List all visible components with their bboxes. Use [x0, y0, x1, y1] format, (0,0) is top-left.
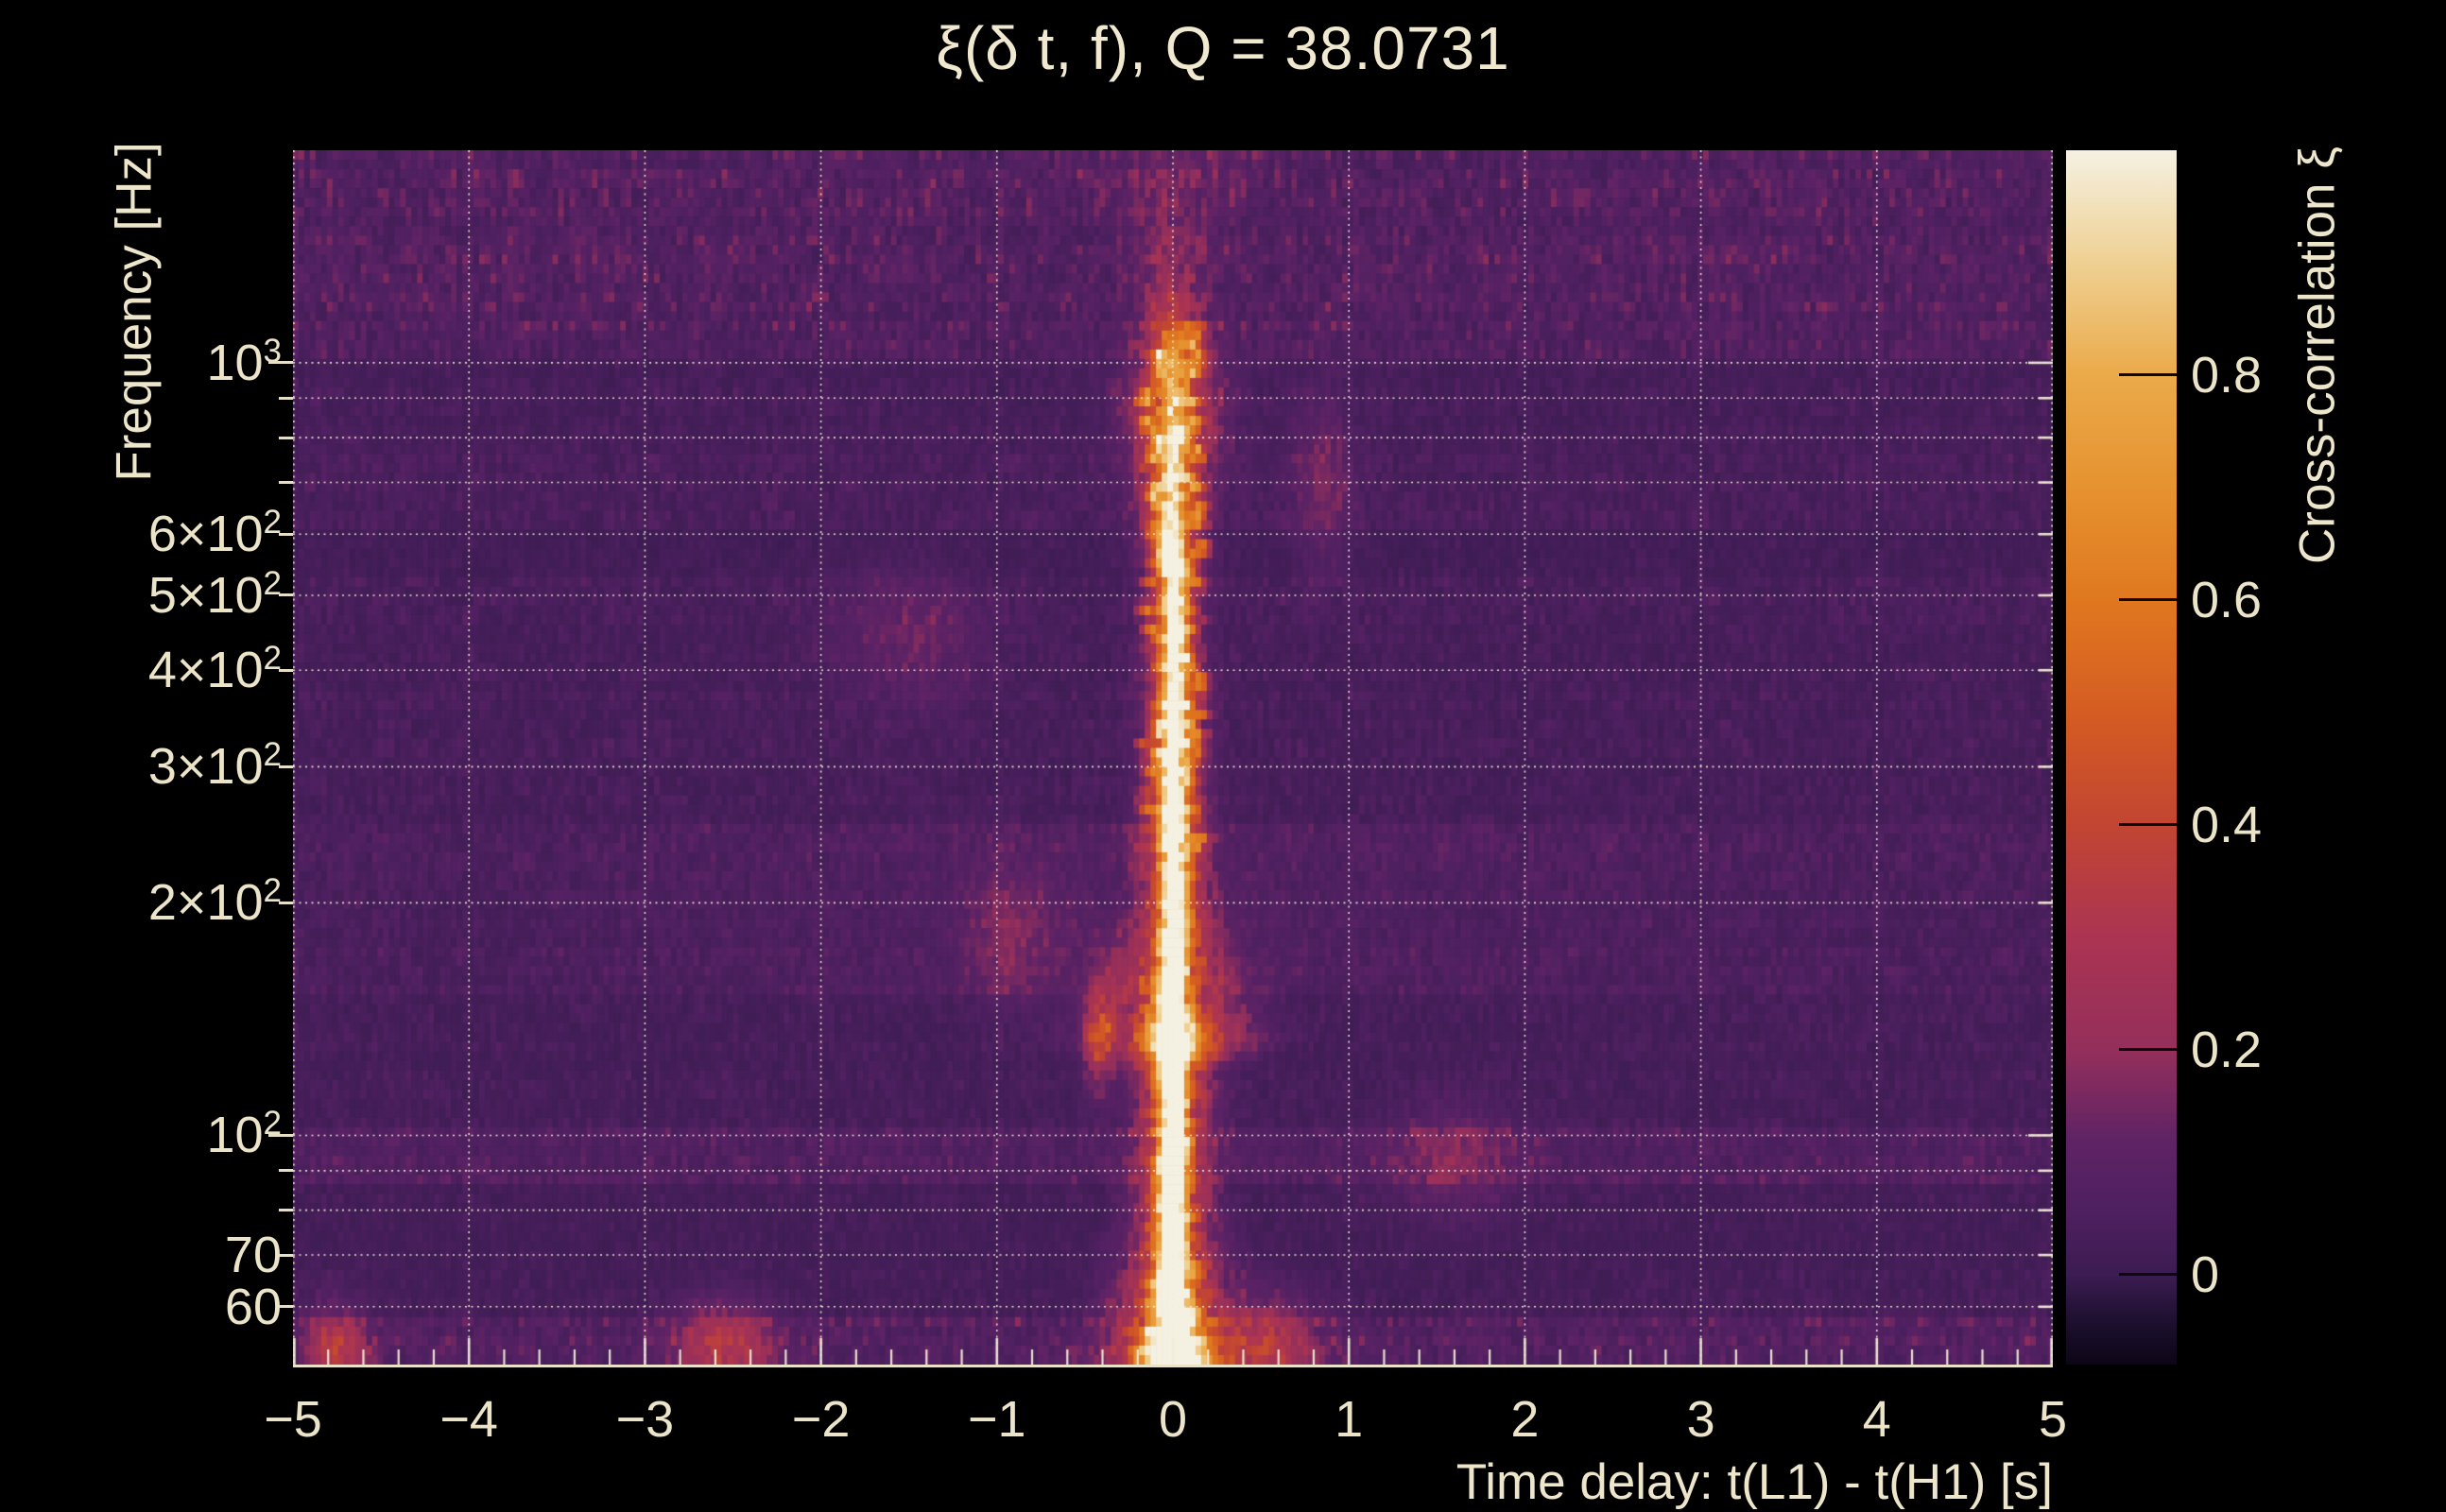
colorbar-tick-label: 0.4 [2191, 796, 2263, 853]
y-minor-tick [279, 765, 293, 768]
x-tick-label: 5 [2038, 1391, 2068, 1448]
colorbar-tick [2119, 373, 2177, 377]
x-axis-title: Time delay: t(L1) - t(H1) [s] [1456, 1454, 2053, 1510]
y-minor-tick [279, 1305, 293, 1309]
y-tick-label: 3×102 [147, 736, 282, 796]
x-tick-label: 0 [1158, 1391, 1188, 1448]
y-tick-label: 2×102 [147, 872, 282, 932]
y-minor-tick [279, 668, 293, 672]
y-tick-label: 4×102 [147, 639, 282, 699]
y-major-tick [268, 1133, 293, 1137]
colorbar-title: Cross-correlation ξ [2289, 146, 2346, 564]
y-minor-tick [279, 901, 293, 904]
colorbar-tick [2119, 823, 2177, 827]
colorbar-tick-label: 0.2 [2191, 1021, 2263, 1078]
y-tick-label: 60 [224, 1278, 282, 1335]
y-minor-tick [279, 1209, 293, 1212]
x-axis-line [293, 1365, 2053, 1367]
y-major-tick [268, 361, 293, 365]
x-tick-label: −2 [791, 1391, 851, 1448]
chart-title: ξ(δ t, f), Q = 38.0731 [936, 14, 1510, 82]
x-tick-label: 3 [1686, 1391, 1715, 1448]
x-tick-label: −1 [968, 1391, 1026, 1448]
colorbar [2066, 150, 2177, 1365]
y-tick-label: 70 [224, 1227, 282, 1284]
colorbar-tick [2119, 598, 2177, 602]
chart-figure: ξ(δ t, f), Q = 38.0731 −5 −4 −3 −2 −1 0 1 2 3 4 5 … [0, 0, 2446, 1512]
y-axis-title: Frequency [Hz] [106, 142, 163, 482]
y-minor-tick [279, 436, 293, 439]
y-minor-tick [279, 396, 293, 400]
spectrogram-heatmap [293, 150, 2053, 1365]
x-tick-label: 4 [1862, 1391, 1891, 1448]
y-tick-label: 5×102 [147, 564, 282, 624]
y-minor-tick [279, 1169, 293, 1173]
x-tick-label: 1 [1335, 1391, 1364, 1448]
colorbar-tick [2119, 1273, 2177, 1277]
colorbar-tick-label: 0.8 [2191, 346, 2263, 404]
x-tick-label: 2 [1510, 1391, 1540, 1448]
y-minor-tick [279, 532, 293, 536]
colorbar-tick-label: 0 [2191, 1246, 2220, 1303]
y-minor-tick [279, 593, 293, 597]
y-tick-label: 6×102 [147, 504, 282, 563]
x-tick-label: −3 [615, 1391, 675, 1448]
colorbar-tick-label: 0.6 [2191, 571, 2263, 628]
y-minor-tick [279, 1253, 293, 1257]
y-minor-tick [279, 481, 293, 485]
colorbar-tick [2119, 1048, 2177, 1052]
x-tick-label: −5 [264, 1391, 322, 1448]
x-tick-label: −4 [439, 1391, 498, 1448]
